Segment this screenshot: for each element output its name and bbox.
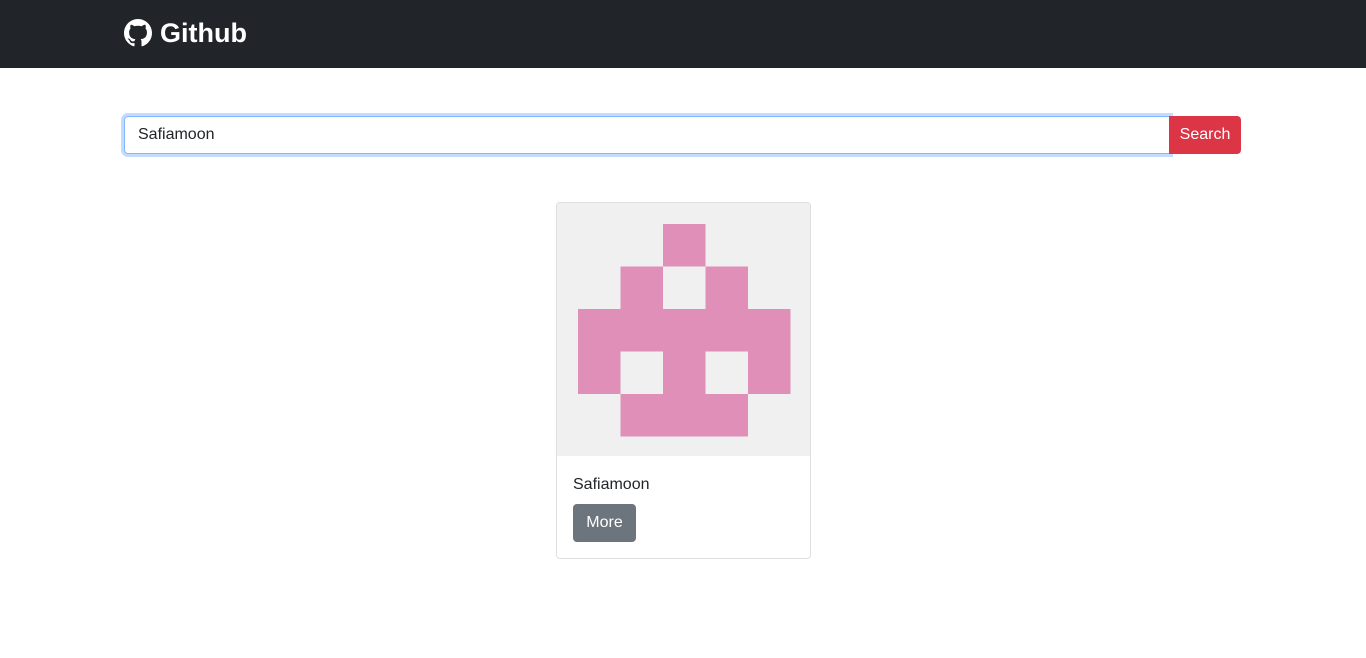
identicon-cell (620, 266, 663, 309)
identicon-cell (663, 309, 706, 352)
identicon-cell (578, 309, 621, 352)
identicon-cell (705, 394, 748, 437)
identicon-avatar (557, 203, 810, 456)
identicon-cell (705, 266, 748, 309)
identicon-cell (620, 394, 663, 437)
username-label: Safiamoon (573, 476, 650, 493)
identicon-cell (578, 351, 621, 394)
user-card: Safiamoon More (556, 202, 811, 559)
identicon-cell (620, 309, 663, 352)
identicon-cell (748, 351, 791, 394)
identicon-cell (705, 309, 748, 352)
navbar: Github (0, 0, 1366, 68)
more-button[interactable]: More (573, 504, 636, 542)
identicon-cell (663, 394, 706, 437)
identicon-cell (663, 351, 706, 394)
github-icon (124, 19, 152, 47)
brand-label: Github (160, 17, 247, 48)
identicon-cell (748, 309, 791, 352)
navbar-brand[interactable]: Github (124, 16, 247, 50)
card-body: Safiamoon (573, 475, 650, 495)
search-button[interactable]: Search (1169, 116, 1241, 154)
search-input[interactable] (124, 116, 1170, 154)
identicon-cell (663, 224, 706, 267)
